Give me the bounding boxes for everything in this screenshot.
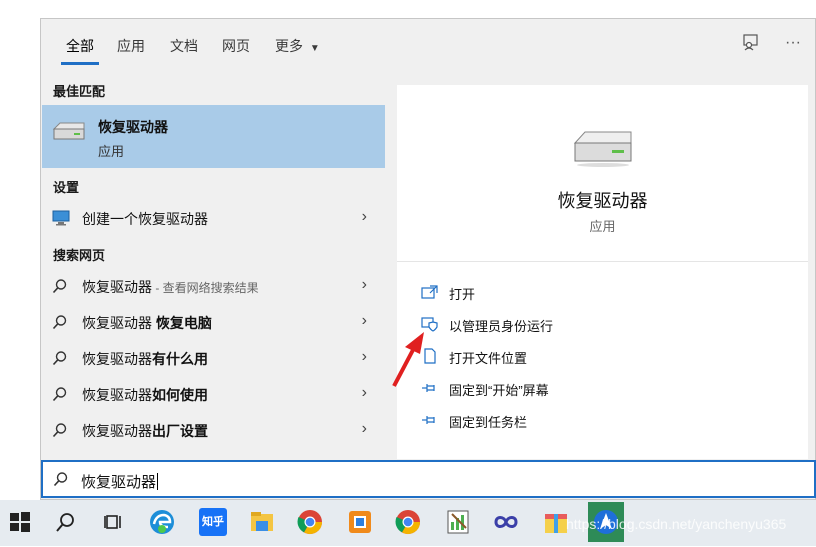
tab-more-label: 更多 xyxy=(275,38,303,54)
infinity-icon[interactable] xyxy=(492,508,520,536)
best-match-result[interactable]: 恢复驱动器 应用 xyxy=(42,105,385,168)
action-run-as-admin[interactable]: 以管理员身份运行 xyxy=(421,313,721,337)
web-result-label: 恢复驱动器有什么用 xyxy=(82,351,208,367)
search-icon xyxy=(52,350,70,368)
zhihu-icon[interactable]: 知乎 xyxy=(199,508,227,536)
best-match-type: 应用 xyxy=(98,144,125,159)
search-panel: 全部 应用 文档 网页 更多 ▼ ··· 最佳匹配 恢复驱动器 应用 设置 创建… xyxy=(40,18,816,500)
web-result-label: 恢复驱动器 恢复电脑 xyxy=(82,315,212,331)
chevron-down-icon: ▼ xyxy=(309,43,320,54)
action-pin-taskbar[interactable]: 固定到任务栏 xyxy=(421,409,721,433)
action-open-file-location-label: 打开文件位置 xyxy=(449,351,528,366)
action-pin-start[interactable]: 固定到“开始”屏幕 xyxy=(421,377,721,401)
action-pin-taskbar-label: 固定到任务栏 xyxy=(449,415,528,430)
web-result-2[interactable]: 恢复驱动器 恢复电脑 › xyxy=(42,305,385,339)
web-result-label: 恢复驱动器 - 查看网络搜索结果 xyxy=(82,279,259,295)
chevron-right-icon[interactable]: › xyxy=(362,276,367,294)
watermark: https://blog.csdn.net/yanchenyu365 xyxy=(566,516,787,532)
action-pin-start-label: 固定到“开始”屏幕 xyxy=(449,383,549,398)
tab-all[interactable]: 全部 xyxy=(66,36,94,56)
web-result-4[interactable]: 恢复驱动器如何使用 › xyxy=(42,377,385,411)
chevron-right-icon[interactable]: › xyxy=(362,420,367,438)
web-result-label: 恢复驱动器如何使用 xyxy=(82,387,208,403)
preview-pane: 恢复驱动器 应用 打开 以管理员身份运行 打开文件位置 固定到“开始”屏幕 固定… xyxy=(397,85,808,459)
editor-icon[interactable] xyxy=(444,508,472,536)
best-match-name: 恢复驱动器 xyxy=(98,119,168,135)
search-input[interactable]: 恢复驱动器 xyxy=(81,471,159,492)
monitor-icon xyxy=(52,210,70,228)
chevron-right-icon[interactable]: › xyxy=(362,312,367,330)
more-options-icon[interactable]: ··· xyxy=(783,33,803,53)
search-icon xyxy=(52,386,70,404)
web-result-label: 恢复驱动器出厂设置 xyxy=(82,423,208,439)
web-result-3[interactable]: 恢复驱动器有什么用 › xyxy=(42,341,385,375)
chevron-right-icon[interactable]: › xyxy=(362,208,367,226)
taskbar: 知乎 https://blog.csdn.net/yanchenyu365 xyxy=(0,500,816,546)
web-search-heading: 搜索网页 xyxy=(53,248,106,263)
drive-icon xyxy=(572,129,634,174)
settings-result-label: 创建一个恢复驱动器 xyxy=(82,211,208,227)
chrome-icon[interactable] xyxy=(296,508,324,536)
search-icon xyxy=(52,314,70,332)
feedback-icon[interactable] xyxy=(741,33,761,53)
task-view-icon[interactable] xyxy=(100,508,128,536)
tab-bar: 全部 应用 文档 网页 更多 ▼ ··· xyxy=(41,19,816,71)
edge-icon[interactable] xyxy=(148,508,176,536)
web-result-1[interactable]: 恢复驱动器 - 查看网络搜索结果 › xyxy=(42,269,385,303)
drive-icon xyxy=(52,121,86,148)
settings-heading: 设置 xyxy=(53,180,80,195)
divider xyxy=(397,261,808,262)
web-result-5[interactable]: 恢复驱动器出厂设置 › xyxy=(42,413,385,447)
action-open-label: 打开 xyxy=(449,287,476,302)
search-box[interactable]: 恢复驱动器 xyxy=(41,460,816,498)
chevron-right-icon[interactable]: › xyxy=(362,384,367,402)
tab-web[interactable]: 网页 xyxy=(222,36,250,56)
tab-more[interactable]: 更多 ▼ xyxy=(275,36,320,56)
action-open-file-location[interactable]: 打开文件位置 xyxy=(421,345,721,369)
settings-result[interactable]: 创建一个恢复驱动器 › xyxy=(42,201,385,235)
open-icon xyxy=(421,284,439,300)
action-run-as-admin-label: 以管理员身份运行 xyxy=(449,319,554,334)
search-icon[interactable] xyxy=(52,508,80,536)
start-icon[interactable] xyxy=(6,508,34,536)
best-match-heading: 最佳匹配 xyxy=(53,84,106,99)
tab-apps[interactable]: 应用 xyxy=(117,36,145,56)
app-name: 恢复驱动器 xyxy=(557,191,648,211)
tab-documents[interactable]: 文档 xyxy=(170,36,198,56)
active-tab-indicator xyxy=(61,62,99,65)
action-open[interactable]: 打开 xyxy=(421,281,721,305)
red-arrow-annotation xyxy=(392,332,424,387)
file-explorer-icon[interactable] xyxy=(248,508,276,536)
search-icon xyxy=(53,471,69,492)
search-icon xyxy=(52,278,70,296)
chrome-icon[interactable] xyxy=(394,508,422,536)
app-icon[interactable] xyxy=(346,508,374,536)
chevron-right-icon[interactable]: › xyxy=(362,348,367,366)
search-icon xyxy=(52,422,70,440)
pin-icon xyxy=(421,412,439,428)
app-type: 应用 xyxy=(589,219,616,234)
